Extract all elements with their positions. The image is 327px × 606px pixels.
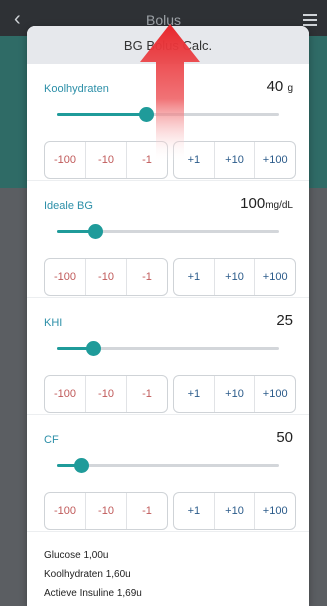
section-label: Koolhydraten [44,83,109,95]
slider-thumb[interactable] [87,224,103,239]
decrement-buttons: -100 -10 -1 [44,375,168,413]
plus-10-button[interactable]: +10 [213,493,255,529]
minus-1-button[interactable]: -1 [126,493,167,529]
section-label: KHI [44,317,63,329]
section-khi: KHI 25 -100 -10 -1 +1 +10 +100 [27,298,309,415]
section-cf: CF 50 -100 -10 -1 +1 +10 +100 [27,415,309,532]
value-slider[interactable] [57,341,279,356]
section-value: 100mg/dL [240,195,293,212]
plus-100-button[interactable]: +100 [254,376,295,412]
slider-thumb[interactable] [85,341,101,356]
section-value: 25 [276,312,293,329]
minus-100-button[interactable]: -100 [45,376,85,412]
summary-glucose: Glucose 1,00u [44,550,109,561]
minus-100-button[interactable]: -100 [45,493,85,529]
increment-buttons: +1 +10 +100 [173,375,296,413]
plus-100-button[interactable]: +100 [254,259,295,295]
value-slider[interactable] [57,458,279,473]
plus-1-button[interactable]: +1 [174,259,214,295]
plus-10-button[interactable]: +10 [213,142,255,178]
summary-active-insulin: Actieve Insuline 1,69u [44,588,142,599]
value-slider[interactable] [57,224,279,239]
increment-buttons: +1 +10 +100 [173,258,296,296]
minus-100-button[interactable]: -100 [45,259,85,295]
increment-buttons: +1 +10 +100 [173,492,296,530]
slider-fill [57,113,146,116]
section-value: 40 g [266,78,293,95]
minus-1-button[interactable]: -1 [126,259,167,295]
minus-1-button[interactable]: -1 [126,376,167,412]
plus-100-button[interactable]: +100 [254,142,295,178]
section-ideale-bg: Ideale BG 100mg/dL -100 -10 -1 +1 +10 +1… [27,181,309,298]
minus-10-button[interactable]: -10 [85,259,126,295]
section-label: Ideale BG [44,200,93,212]
section-value: 50 [276,429,293,446]
minus-10-button[interactable]: -10 [85,142,126,178]
plus-100-button[interactable]: +100 [254,493,295,529]
arrow-up-icon [140,24,200,160]
plus-10-button[interactable]: +10 [213,259,255,295]
slider-thumb[interactable] [74,458,90,473]
plus-10-button[interactable]: +10 [213,376,255,412]
summary-carbs: Koolhydraten 1,60u [44,569,131,580]
section-label: CF [44,434,59,446]
decrement-buttons: -100 -10 -1 [44,492,168,530]
bolus-summary: Glucose 1,00u Koolhydraten 1,60u Actieve… [44,546,142,603]
minus-10-button[interactable]: -10 [85,376,126,412]
plus-1-button[interactable]: +1 [174,493,214,529]
decrement-buttons: -100 -10 -1 [44,258,168,296]
plus-1-button[interactable]: +1 [174,376,214,412]
minus-10-button[interactable]: -10 [85,493,126,529]
minus-100-button[interactable]: -100 [45,142,85,178]
